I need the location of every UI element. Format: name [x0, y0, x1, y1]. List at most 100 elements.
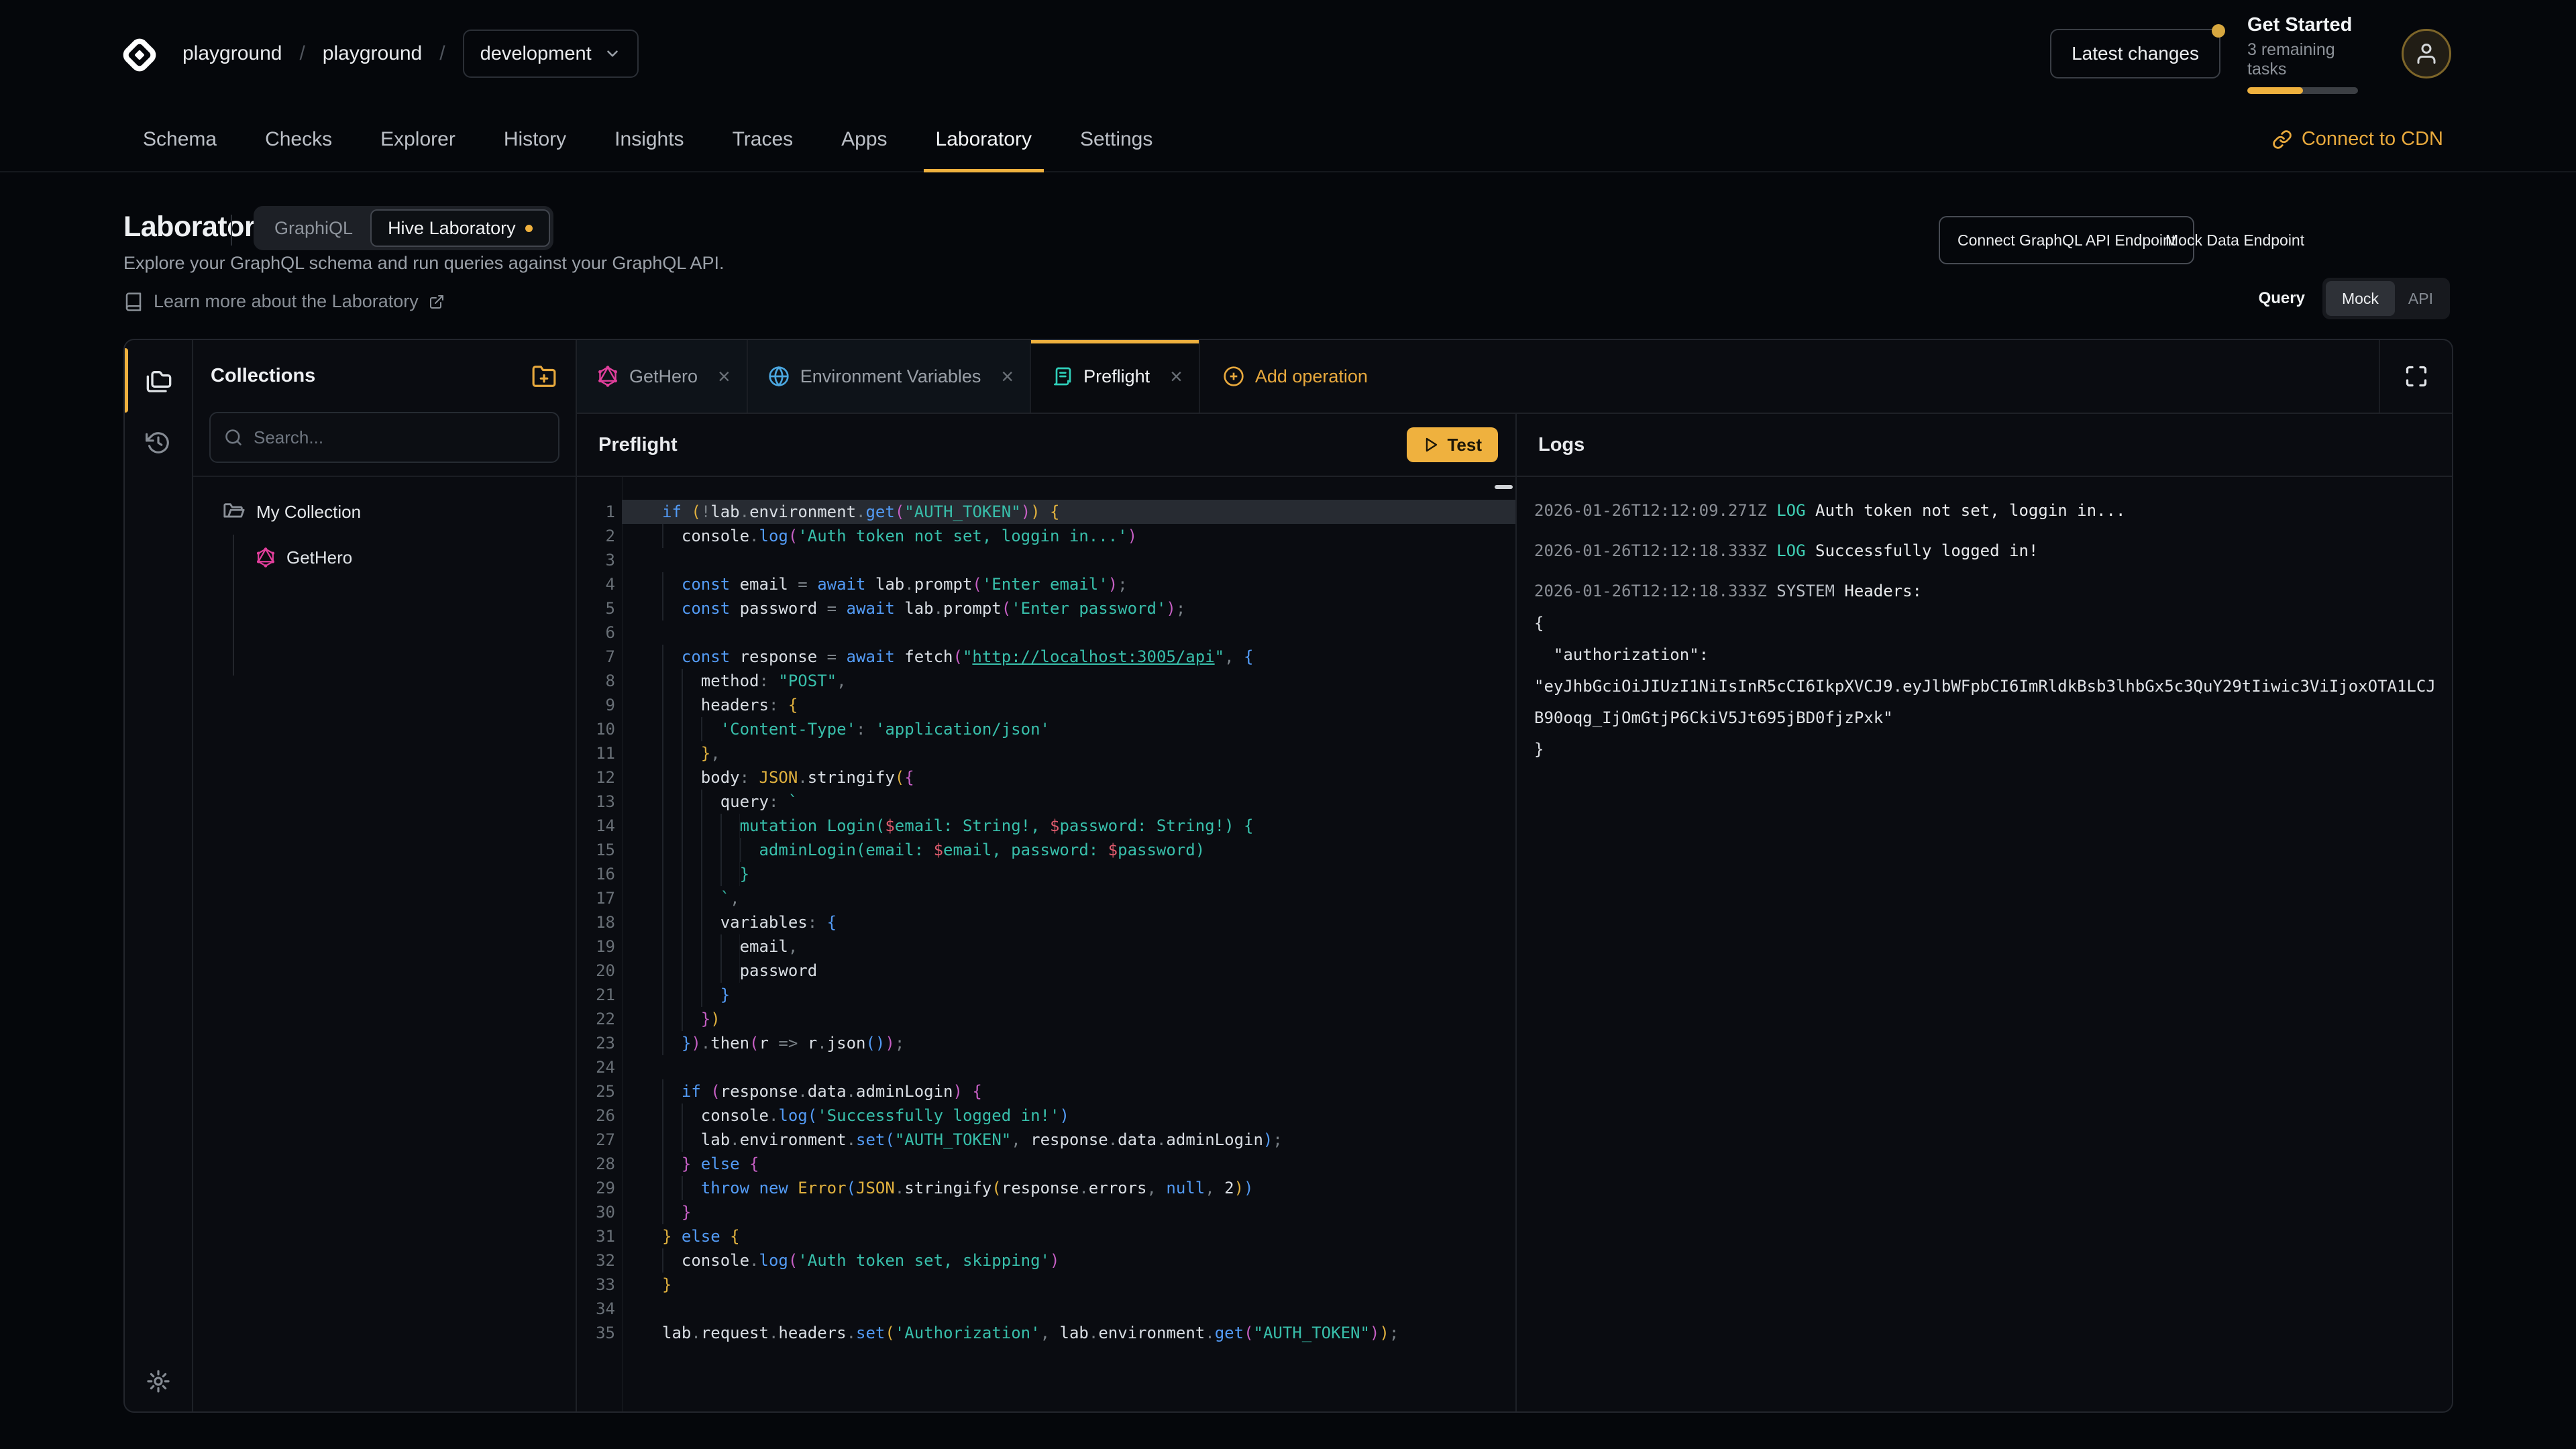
target-selector[interactable]: development [463, 30, 639, 78]
collections-tree: My Collection GetHero [193, 477, 576, 576]
code-line[interactable]: 16} [622, 862, 1515, 886]
code-line[interactable]: 6 [622, 621, 1515, 645]
code-line[interactable]: 18variables: { [622, 910, 1515, 934]
learn-more-label: Learn more about the Laboratory [154, 291, 419, 312]
editor-scrollbar[interactable] [1495, 485, 1513, 489]
nav-item-insights[interactable]: Insights [614, 107, 684, 171]
tab-environment-variables[interactable]: Environment Variables × [748, 340, 1031, 413]
breadcrumb-separator: / [439, 42, 445, 65]
line-number: 32 [577, 1248, 615, 1273]
nav-item-history[interactable]: History [504, 107, 566, 171]
code-line[interactable]: 24 [622, 1055, 1515, 1079]
line-number: 23 [577, 1031, 615, 1055]
nav-item-laboratory[interactable]: Laboratory [936, 107, 1032, 171]
collections-title: Collections [211, 365, 315, 387]
code-line[interactable]: 30} [622, 1200, 1515, 1224]
nav-item-traces[interactable]: Traces [733, 107, 794, 171]
line-number: 4 [577, 572, 615, 596]
code-line[interactable]: 11}, [622, 741, 1515, 765]
code-line[interactable]: 21} [622, 983, 1515, 1007]
mode-api-option[interactable]: API [2395, 281, 2447, 316]
search-icon [224, 428, 243, 447]
code-line[interactable]: 17`, [622, 886, 1515, 910]
latest-changes-button[interactable]: Latest changes [2050, 29, 2220, 78]
learn-more-link[interactable]: Learn more about the Laboratory [123, 291, 445, 312]
code-line[interactable]: 23}).then(r => r.json()); [622, 1031, 1515, 1055]
code-line[interactable]: 29throw new Error(JSON.stringify(respons… [622, 1176, 1515, 1200]
code-line[interactable]: 26console.log('Successfully logged in!') [622, 1104, 1515, 1128]
code-editor[interactable]: 1if (!lab.environment.get("AUTH_TOKEN"))… [577, 477, 1515, 1411]
add-operation-button[interactable]: Add operation [1200, 340, 1391, 413]
hive-logo-icon[interactable] [121, 34, 158, 76]
code-line[interactable]: 13query: ` [622, 790, 1515, 814]
code-line[interactable]: 12body: JSON.stringify({ [622, 765, 1515, 790]
search-input-wrap [209, 412, 559, 463]
operation-row-gethero[interactable]: GetHero [193, 539, 576, 576]
breadcrumb-project[interactable]: playground [323, 42, 422, 65]
nav-items: Schema Checks Explorer History Insights Trace… [143, 107, 1152, 171]
code-line[interactable]: 22}) [622, 1007, 1515, 1031]
code-line[interactable]: 33} [622, 1273, 1515, 1297]
toggle-graphiql[interactable]: GraphiQL [257, 218, 370, 239]
code-line[interactable]: 34 [622, 1297, 1515, 1321]
code-line[interactable]: 9headers: { [622, 693, 1515, 717]
close-icon[interactable]: × [1001, 366, 1014, 387]
get-started-widget[interactable]: Get Started 3 remaining tasks [2247, 14, 2375, 94]
editor-mode-toggle: GraphiQL Hive Laboratory [254, 206, 553, 250]
connect-graphql-endpoint-button[interactable]: Connect GraphQL API Endpoint [1939, 216, 2194, 264]
logs-output[interactable]: 2026-01-26T12:12:09.271Z LOG Auth token … [1517, 477, 2452, 1411]
line-number: 19 [577, 934, 615, 959]
code-line[interactable]: 5const password = await lab.prompt('Ente… [622, 596, 1515, 621]
line-number: 9 [577, 693, 615, 717]
nav-item-settings[interactable]: Settings [1080, 107, 1152, 171]
plus-circle-icon [1223, 366, 1244, 387]
nav-item-schema[interactable]: Schema [143, 107, 217, 171]
connect-to-cdn-label: Connect to CDN [2302, 128, 2443, 150]
code-line[interactable]: 3 [622, 548, 1515, 572]
test-button-label: Test [1447, 435, 1482, 455]
mock-data-endpoint-button[interactable]: Mock Data Endpoint [2165, 216, 2304, 264]
search-input[interactable] [254, 427, 545, 448]
mode-mock-option[interactable]: Mock [2326, 281, 2395, 316]
code-line[interactable]: 4const email = await lab.prompt('Enter e… [622, 572, 1515, 596]
gear-icon[interactable] [146, 1368, 171, 1394]
code-line[interactable]: 35lab.request.headers.set('Authorization… [622, 1321, 1515, 1345]
history-icon[interactable] [146, 430, 171, 455]
tab-preflight[interactable]: Preflight × [1031, 340, 1200, 413]
notification-dot [2212, 24, 2225, 38]
code-line[interactable]: 31} else { [622, 1224, 1515, 1248]
code-line[interactable]: 28} else { [622, 1152, 1515, 1176]
test-button[interactable]: Test [1407, 427, 1498, 462]
fullscreen-icon [2404, 364, 2428, 388]
code-line[interactable]: 2console.log('Auth token not set, loggin… [622, 524, 1515, 548]
collections-icon[interactable] [146, 368, 172, 394]
user-avatar[interactable] [2402, 29, 2451, 78]
connect-to-cdn-link[interactable]: Connect to CDN [2272, 107, 2443, 171]
nav-item-explorer[interactable]: Explorer [380, 107, 455, 171]
code-line[interactable]: 1if (!lab.environment.get("AUTH_TOKEN"))… [622, 500, 1515, 524]
line-number: 29 [577, 1176, 615, 1200]
close-icon[interactable]: × [1170, 366, 1183, 387]
breadcrumb-org[interactable]: playground [182, 42, 282, 65]
logs-title: Logs [1538, 434, 1585, 456]
code-line[interactable]: 15adminLogin(email: $email, password: $p… [622, 838, 1515, 862]
code-line[interactable]: 32console.log('Auth token set, skipping'… [622, 1248, 1515, 1273]
nav-item-checks[interactable]: Checks [265, 107, 332, 171]
close-icon[interactable]: × [718, 366, 731, 387]
nav-item-apps[interactable]: Apps [841, 107, 887, 171]
code-line[interactable]: 14mutation Login($email: String!, $passw… [622, 814, 1515, 838]
code-line[interactable]: 19email, [622, 934, 1515, 959]
code-line[interactable]: 27lab.environment.set("AUTH_TOKEN", resp… [622, 1128, 1515, 1152]
line-number: 8 [577, 669, 615, 693]
toggle-hive-laboratory[interactable]: Hive Laboratory [370, 209, 550, 247]
code-line[interactable]: 20password [622, 959, 1515, 983]
code-line[interactable]: 25if (response.data.adminLogin) { [622, 1079, 1515, 1104]
collection-folder-row[interactable]: My Collection [193, 493, 576, 531]
tab-gethero[interactable]: GetHero × [577, 340, 748, 413]
code-line[interactable]: 7const response = await fetch("http://lo… [622, 645, 1515, 669]
fullscreen-button[interactable] [2379, 340, 2452, 413]
code-line[interactable]: 10'Content-Type': 'application/json' [622, 717, 1515, 741]
code-line[interactable]: 8method: "POST", [622, 669, 1515, 693]
line-number: 1 [577, 500, 615, 524]
new-collection-icon[interactable] [531, 364, 557, 389]
